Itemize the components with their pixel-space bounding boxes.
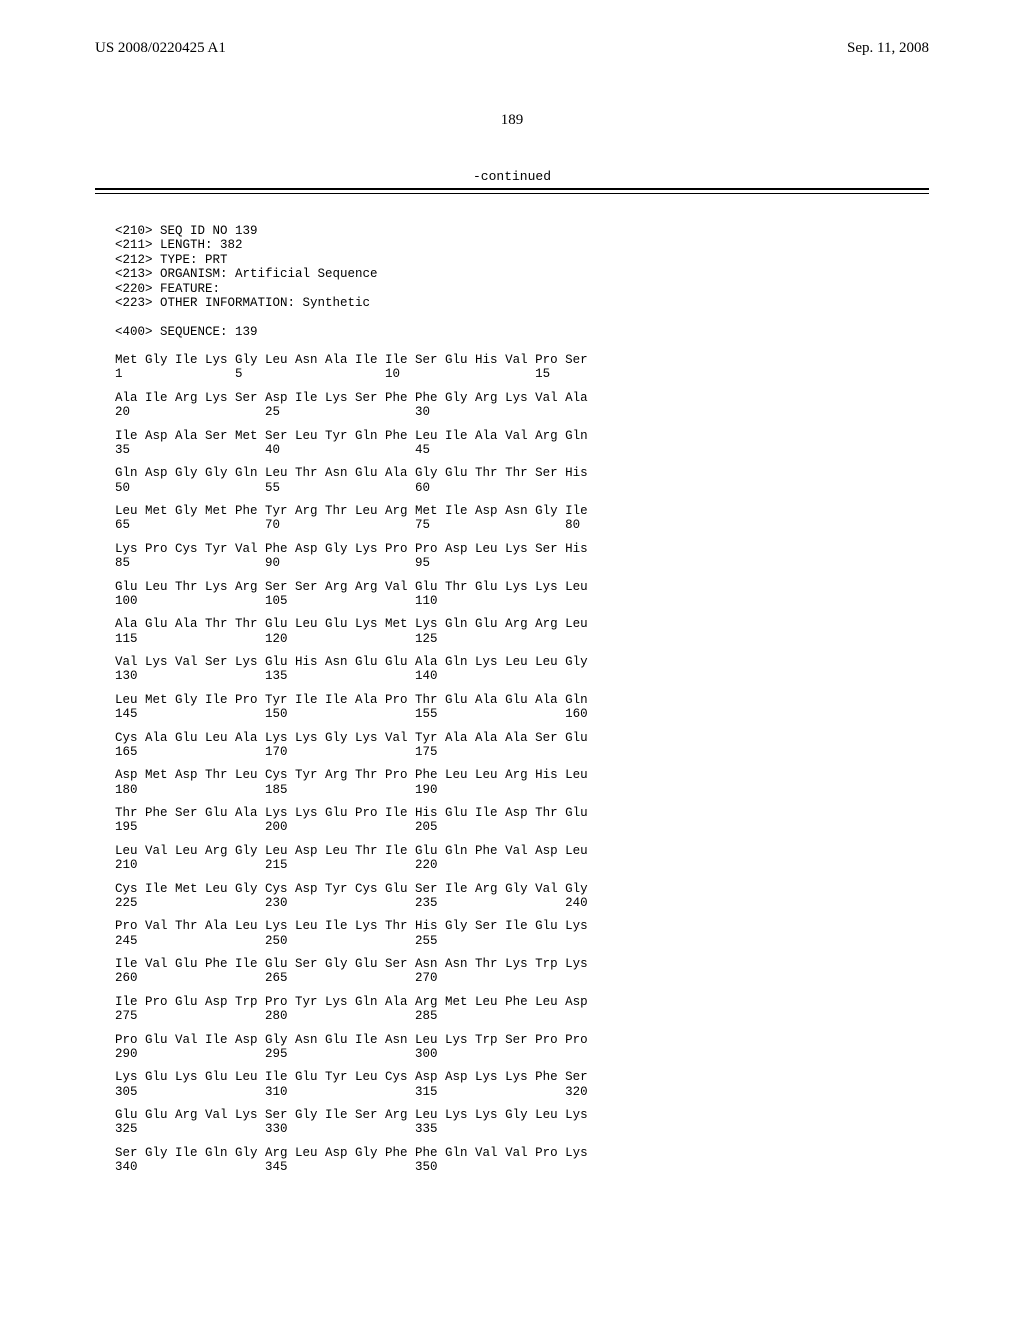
aa-line: Leu Met Gly Met Phe Tyr Arg Thr Leu Arg …: [115, 504, 929, 518]
position-line: 225 230 235 240: [115, 896, 929, 910]
sequence-row: Leu Met Gly Met Phe Tyr Arg Thr Leu Arg …: [95, 504, 929, 533]
sequence-row: Ala Glu Ala Thr Thr Glu Leu Glu Lys Met …: [95, 617, 929, 646]
continued-label: -continued: [95, 169, 929, 184]
aa-line: Lys Pro Cys Tyr Val Phe Asp Gly Lys Pro …: [115, 542, 929, 556]
position-line: 340 345 350: [115, 1160, 929, 1174]
aa-line: Lys Glu Lys Glu Leu Ile Glu Tyr Leu Cys …: [115, 1070, 929, 1084]
aa-line: Leu Val Leu Arg Gly Leu Asp Leu Thr Ile …: [115, 844, 929, 858]
position-line: 275 280 285: [115, 1009, 929, 1023]
sequence-listing: Met Gly Ile Lys Gly Leu Asn Ala Ile Ile …: [95, 353, 929, 1175]
position-line: 305 310 315 320: [115, 1085, 929, 1099]
sequence-row: Cys Ala Glu Leu Ala Lys Lys Gly Lys Val …: [95, 731, 929, 760]
sequence-row: Leu Val Leu Arg Gly Leu Asp Leu Thr Ile …: [95, 844, 929, 873]
sequence-row: Glu Glu Arg Val Lys Ser Gly Ile Ser Arg …: [95, 1108, 929, 1137]
sequence-row: Ile Asp Ala Ser Met Ser Leu Tyr Gln Phe …: [95, 429, 929, 458]
publication-date: Sep. 11, 2008: [847, 40, 929, 57]
aa-line: Leu Met Gly Ile Pro Tyr Ile Ile Ala Pro …: [115, 693, 929, 707]
sequence-row: Asp Met Asp Thr Leu Cys Tyr Arg Thr Pro …: [95, 768, 929, 797]
aa-line: Cys Ile Met Leu Gly Cys Asp Tyr Cys Glu …: [115, 882, 929, 896]
position-line: 65 70 75 80: [115, 518, 929, 532]
position-line: 1 5 10 15: [115, 367, 929, 381]
sequence-row: Lys Pro Cys Tyr Val Phe Asp Gly Lys Pro …: [95, 542, 929, 571]
sequence-row: Gln Asp Gly Gly Gln Leu Thr Asn Glu Ala …: [95, 466, 929, 495]
aa-line: Pro Val Thr Ala Leu Lys Leu Ile Lys Thr …: [115, 919, 929, 933]
position-line: 210 215 220: [115, 858, 929, 872]
position-line: 35 40 45: [115, 443, 929, 457]
aa-line: Val Lys Val Ser Lys Glu His Asn Glu Glu …: [115, 655, 929, 669]
sequence-row: Ser Gly Ile Gln Gly Arg Leu Asp Gly Phe …: [95, 1146, 929, 1175]
aa-line: Cys Ala Glu Leu Ala Lys Lys Gly Lys Val …: [115, 731, 929, 745]
sequence-row: Ile Val Glu Phe Ile Glu Ser Gly Glu Ser …: [95, 957, 929, 986]
position-line: 115 120 125: [115, 632, 929, 646]
position-line: 145 150 155 160: [115, 707, 929, 721]
position-line: 85 90 95: [115, 556, 929, 570]
position-line: 165 170 175: [115, 745, 929, 759]
page-header: US 2008/0220425 A1 Sep. 11, 2008: [95, 40, 929, 57]
position-line: 195 200 205: [115, 820, 929, 834]
sequence-row: Pro Glu Val Ile Asp Gly Asn Glu Ile Asn …: [95, 1033, 929, 1062]
sequence-row: Ile Pro Glu Asp Trp Pro Tyr Lys Gln Ala …: [95, 995, 929, 1024]
section-rule: [95, 188, 929, 194]
aa-line: Gln Asp Gly Gly Gln Leu Thr Asn Glu Ala …: [115, 466, 929, 480]
position-line: 100 105 110: [115, 594, 929, 608]
aa-line: Ile Pro Glu Asp Trp Pro Tyr Lys Gln Ala …: [115, 995, 929, 1009]
sequence-row: Glu Leu Thr Lys Arg Ser Ser Arg Arg Val …: [95, 580, 929, 609]
sequence-row: Pro Val Thr Ala Leu Lys Leu Ile Lys Thr …: [95, 919, 929, 948]
sequence-metadata: <210> SEQ ID NO 139 <211> LENGTH: 382 <2…: [115, 224, 929, 339]
position-line: 50 55 60: [115, 481, 929, 495]
aa-line: Ile Val Glu Phe Ile Glu Ser Gly Glu Ser …: [115, 957, 929, 971]
position-line: 260 265 270: [115, 971, 929, 985]
sequence-row: Cys Ile Met Leu Gly Cys Asp Tyr Cys Glu …: [95, 882, 929, 911]
patent-page: US 2008/0220425 A1 Sep. 11, 2008 189 -co…: [0, 0, 1024, 1224]
sequence-row: Thr Phe Ser Glu Ala Lys Lys Glu Pro Ile …: [95, 806, 929, 835]
page-number: 189: [95, 112, 929, 129]
position-line: 290 295 300: [115, 1047, 929, 1061]
sequence-row: Lys Glu Lys Glu Leu Ile Glu Tyr Leu Cys …: [95, 1070, 929, 1099]
position-line: 20 25 30: [115, 405, 929, 419]
aa-line: Met Gly Ile Lys Gly Leu Asn Ala Ile Ile …: [115, 353, 929, 367]
position-line: 130 135 140: [115, 669, 929, 683]
aa-line: Ala Ile Arg Lys Ser Asp Ile Lys Ser Phe …: [115, 391, 929, 405]
aa-line: Ala Glu Ala Thr Thr Glu Leu Glu Lys Met …: [115, 617, 929, 631]
sequence-row: Leu Met Gly Ile Pro Tyr Ile Ile Ala Pro …: [95, 693, 929, 722]
aa-line: Ser Gly Ile Gln Gly Arg Leu Asp Gly Phe …: [115, 1146, 929, 1160]
aa-line: Pro Glu Val Ile Asp Gly Asn Glu Ile Asn …: [115, 1033, 929, 1047]
aa-line: Ile Asp Ala Ser Met Ser Leu Tyr Gln Phe …: [115, 429, 929, 443]
position-line: 325 330 335: [115, 1122, 929, 1136]
position-line: 245 250 255: [115, 934, 929, 948]
sequence-row: Ala Ile Arg Lys Ser Asp Ile Lys Ser Phe …: [95, 391, 929, 420]
aa-line: Asp Met Asp Thr Leu Cys Tyr Arg Thr Pro …: [115, 768, 929, 782]
sequence-row: Met Gly Ile Lys Gly Leu Asn Ala Ile Ile …: [95, 353, 929, 382]
aa-line: Thr Phe Ser Glu Ala Lys Lys Glu Pro Ile …: [115, 806, 929, 820]
position-line: 180 185 190: [115, 783, 929, 797]
aa-line: Glu Leu Thr Lys Arg Ser Ser Arg Arg Val …: [115, 580, 929, 594]
publication-number: US 2008/0220425 A1: [95, 40, 226, 57]
sequence-row: Val Lys Val Ser Lys Glu His Asn Glu Glu …: [95, 655, 929, 684]
aa-line: Glu Glu Arg Val Lys Ser Gly Ile Ser Arg …: [115, 1108, 929, 1122]
